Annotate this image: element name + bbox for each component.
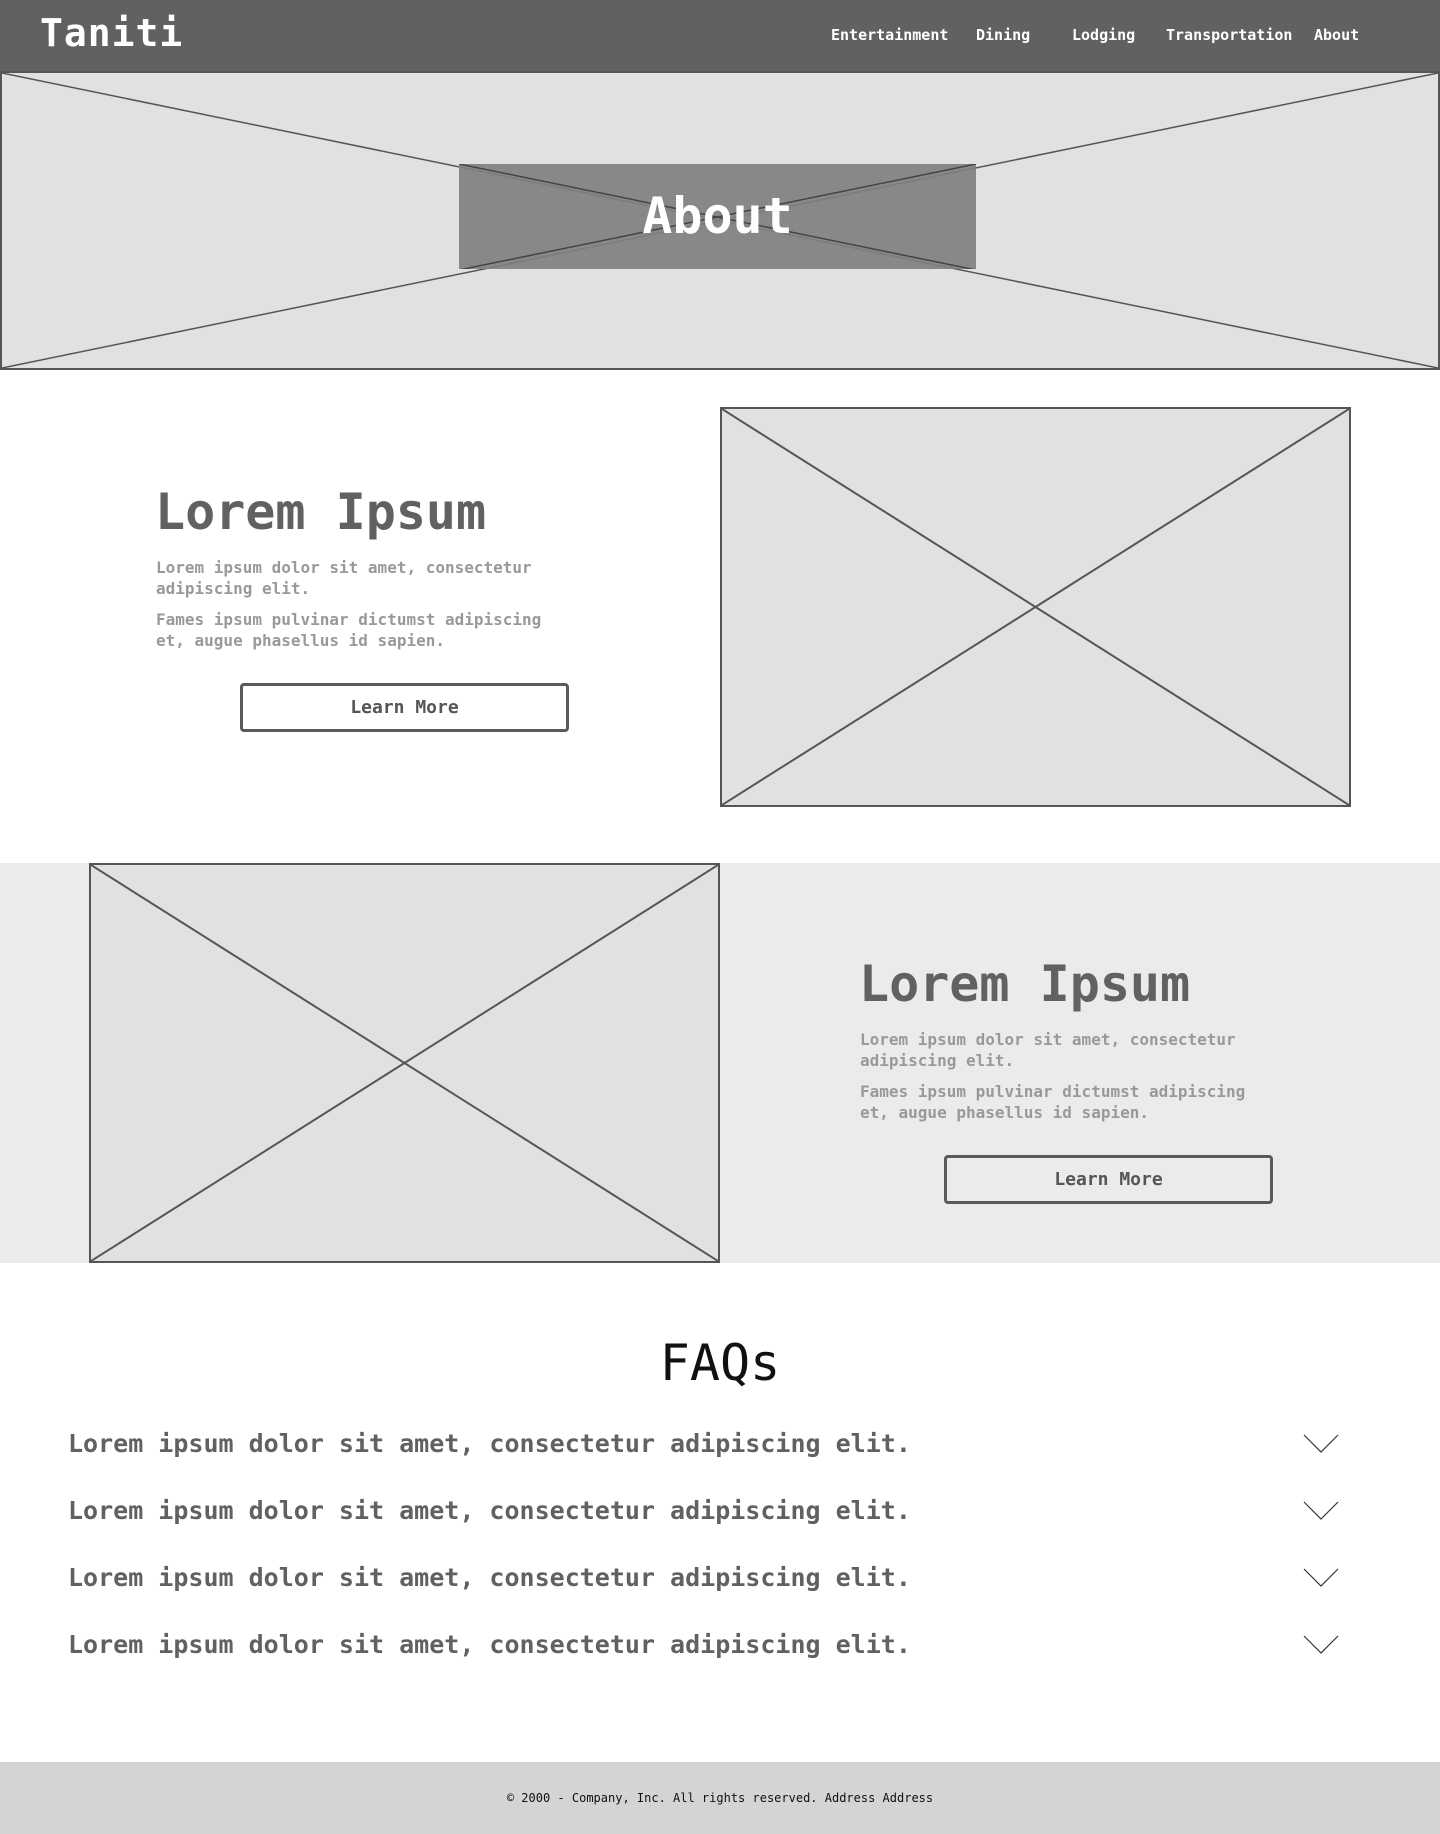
faq-question: Lorem ipsum dolor sit amet, consectetur … [68,1496,911,1525]
nav-transportation[interactable]: Transportation [1166,24,1292,46]
section1-paragraph-2: Fames ipsum pulvinar dictumst adipiscing… [156,610,542,650]
faq-title: FAQs [659,1334,781,1392]
faq-question: Lorem ipsum dolor sit amet, consectetur … [68,1429,911,1458]
chevron-down-icon[interactable] [1303,1501,1339,1523]
section2-heading: Lorem Ipsum [859,955,1191,1013]
nav-entertainment[interactable]: Entertainment [831,24,948,46]
section2-paragraph-2: Fames ipsum pulvinar dictumst adipiscing… [860,1082,1246,1122]
hero-banner: About [0,71,1440,370]
section2-paragraph-1: Lorem ipsum dolor sit amet, consectetur … [860,1030,1236,1070]
section2-image-placeholder [89,863,720,1263]
section2-learn-more-button[interactable]: Learn More [944,1155,1273,1204]
nav-dining[interactable]: Dining [976,24,1030,46]
site-footer: © 2000 - Company, Inc. All rights reserv… [0,1762,1440,1834]
faq-item-1[interactable]: Lorem ipsum dolor sit amet, consectetur … [68,1424,1340,1464]
footer-copyright: © 2000 - Company, Inc. All rights reserv… [506,1791,934,1805]
nav-lodging[interactable]: Lodging [1072,24,1135,46]
main-nav: Entertainment Dining Lodging Transportat… [0,24,1440,48]
page-title: About [642,187,793,245]
chevron-down-icon[interactable] [1303,1434,1339,1456]
section1-image-placeholder [720,407,1351,807]
faq-item-4[interactable]: Lorem ipsum dolor sit amet, consectetur … [68,1625,1340,1665]
hero-title-box: About [459,164,976,269]
nav-about[interactable]: About [1314,24,1359,46]
chevron-down-icon[interactable] [1303,1568,1339,1590]
faq-question: Lorem ipsum dolor sit amet, consectetur … [68,1630,911,1659]
faq-question: Lorem ipsum dolor sit amet, consectetur … [68,1563,911,1592]
section1-paragraph-1: Lorem ipsum dolor sit amet, consectetur … [156,558,532,598]
section1-learn-more-button[interactable]: Learn More [240,683,569,732]
faq-item-3[interactable]: Lorem ipsum dolor sit amet, consectetur … [68,1558,1340,1598]
chevron-down-icon[interactable] [1303,1635,1339,1657]
faq-item-2[interactable]: Lorem ipsum dolor sit amet, consectetur … [68,1491,1340,1531]
section1-heading: Lorem Ipsum [155,483,487,541]
site-header: Taniti Entertainment Dining Lodging Tran… [0,0,1440,71]
